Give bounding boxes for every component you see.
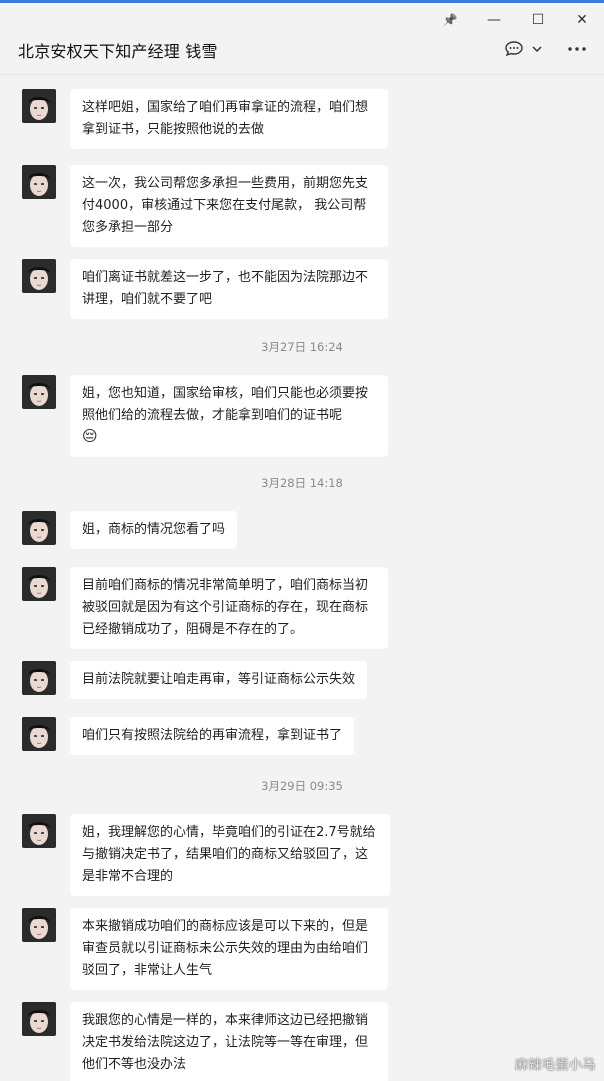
chat-message-list[interactable]: 这样吧姐，国家给了咱们再审拿证的流程，咱们想拿到证书，只能按照他说的去做 这一次…	[0, 75, 604, 1081]
message-row: 目前咱们商标的情况非常简单明了，咱们商标当初被驳回就是因为有这个引证商标的存在，…	[22, 567, 388, 649]
header-actions	[504, 40, 586, 58]
message-bubble: 目前咱们商标的情况非常简单明了，咱们商标当初被驳回就是因为有这个引证商标的存在，…	[70, 567, 388, 649]
message-row: 我跟您的心情是一样的，本来律师这边已经把撤销决定书发给法院这边了，让法院等一等在…	[22, 1002, 388, 1081]
message-row: 目前法院就要让咱走再审，等引证商标公示失效	[22, 661, 368, 699]
avatar[interactable]	[22, 814, 56, 848]
message-bubble: 咱们离证书就差这一步了，也不能因为法院那边不讲理，咱们就不要了吧	[70, 259, 388, 319]
avatar[interactable]	[22, 908, 56, 942]
avatar[interactable]	[22, 375, 56, 409]
avatar[interactable]	[22, 1002, 56, 1036]
message-bubble: 本来撤销成功咱们的商标应该是可以下来的，但是审查员就以引证商标未公示失效的理由为…	[70, 908, 388, 990]
message-row: 本来撤销成功咱们的商标应该是可以下来的，但是审查员就以引证商标未公示失效的理由为…	[22, 908, 388, 990]
message-row: 这一次，我公司帮您多承担一些费用，前期您先支付4000，审核通过下来您在支付尾款…	[22, 165, 388, 247]
avatar[interactable]	[22, 567, 56, 601]
pensive-emoji-icon: 😔	[82, 427, 98, 445]
message-row: 这样吧姐，国家给了咱们再审拿证的流程，咱们想拿到证书，只能按照他说的去做	[22, 89, 388, 149]
message-text: 姐，您也知道，国家给审核，咱们只能也必须要按照他们给的流程去做，才能拿到咱们的证…	[82, 386, 369, 423]
chat-title: 北京安权天下知产经理 钱雪	[18, 42, 218, 61]
message-bubble: 这一次，我公司帮您多承担一些费用，前期您先支付4000，审核通过下来您在支付尾款…	[70, 165, 388, 247]
message-bubble: 这样吧姐，国家给了咱们再审拿证的流程，咱们想拿到证书，只能按照他说的去做	[70, 89, 388, 149]
message-row: 咱们离证书就差这一步了，也不能因为法院那边不讲理，咱们就不要了吧	[22, 259, 388, 319]
timestamp: 3月27日 16:24	[261, 340, 343, 354]
message-bubble: 姐，商标的情况您看了吗	[70, 511, 238, 549]
message-bubble: 姐，您也知道，国家给审核，咱们只能也必须要按照他们给的流程去做，才能拿到咱们的证…	[70, 375, 388, 457]
avatar[interactable]	[22, 661, 56, 695]
message-bubble: 我跟您的心情是一样的，本来律师这边已经把撤销决定书发给法院这边了，让法院等一等在…	[70, 1002, 388, 1081]
chevron-down-icon[interactable]	[532, 45, 542, 53]
avatar[interactable]	[22, 89, 56, 123]
message-row: 姐，您也知道，国家给审核，咱们只能也必须要按照他们给的流程去做，才能拿到咱们的证…	[22, 375, 388, 457]
chat-header: 北京安权天下知产经理 钱雪	[0, 26, 604, 74]
avatar[interactable]	[22, 165, 56, 199]
message-bubble: 姐，我理解您的心情，毕竟咱们的引证在2.7号就给与撤销决定书了，结果咱们的商标又…	[70, 814, 390, 896]
avatar[interactable]	[22, 259, 56, 293]
message-bubble: 目前法院就要让咱走再审，等引证商标公示失效	[70, 661, 368, 699]
message-row: 咱们只有按照法院给的再审流程，拿到证书了	[22, 717, 355, 755]
avatar[interactable]	[22, 717, 56, 751]
timestamp: 3月29日 09:35	[261, 779, 343, 793]
chat-bubble-icon[interactable]	[504, 40, 524, 58]
more-options-icon[interactable]	[568, 46, 586, 52]
avatar[interactable]	[22, 511, 56, 545]
watermark: 麻辣毛蛋小马	[514, 1058, 596, 1073]
message-row: 姐，我理解您的心情，毕竟咱们的引证在2.7号就给与撤销决定书了，结果咱们的商标又…	[22, 814, 390, 896]
message-bubble: 咱们只有按照法院给的再审流程，拿到证书了	[70, 717, 355, 755]
message-row: 姐，商标的情况您看了吗	[22, 511, 238, 549]
timestamp: 3月28日 14:18	[261, 476, 343, 490]
